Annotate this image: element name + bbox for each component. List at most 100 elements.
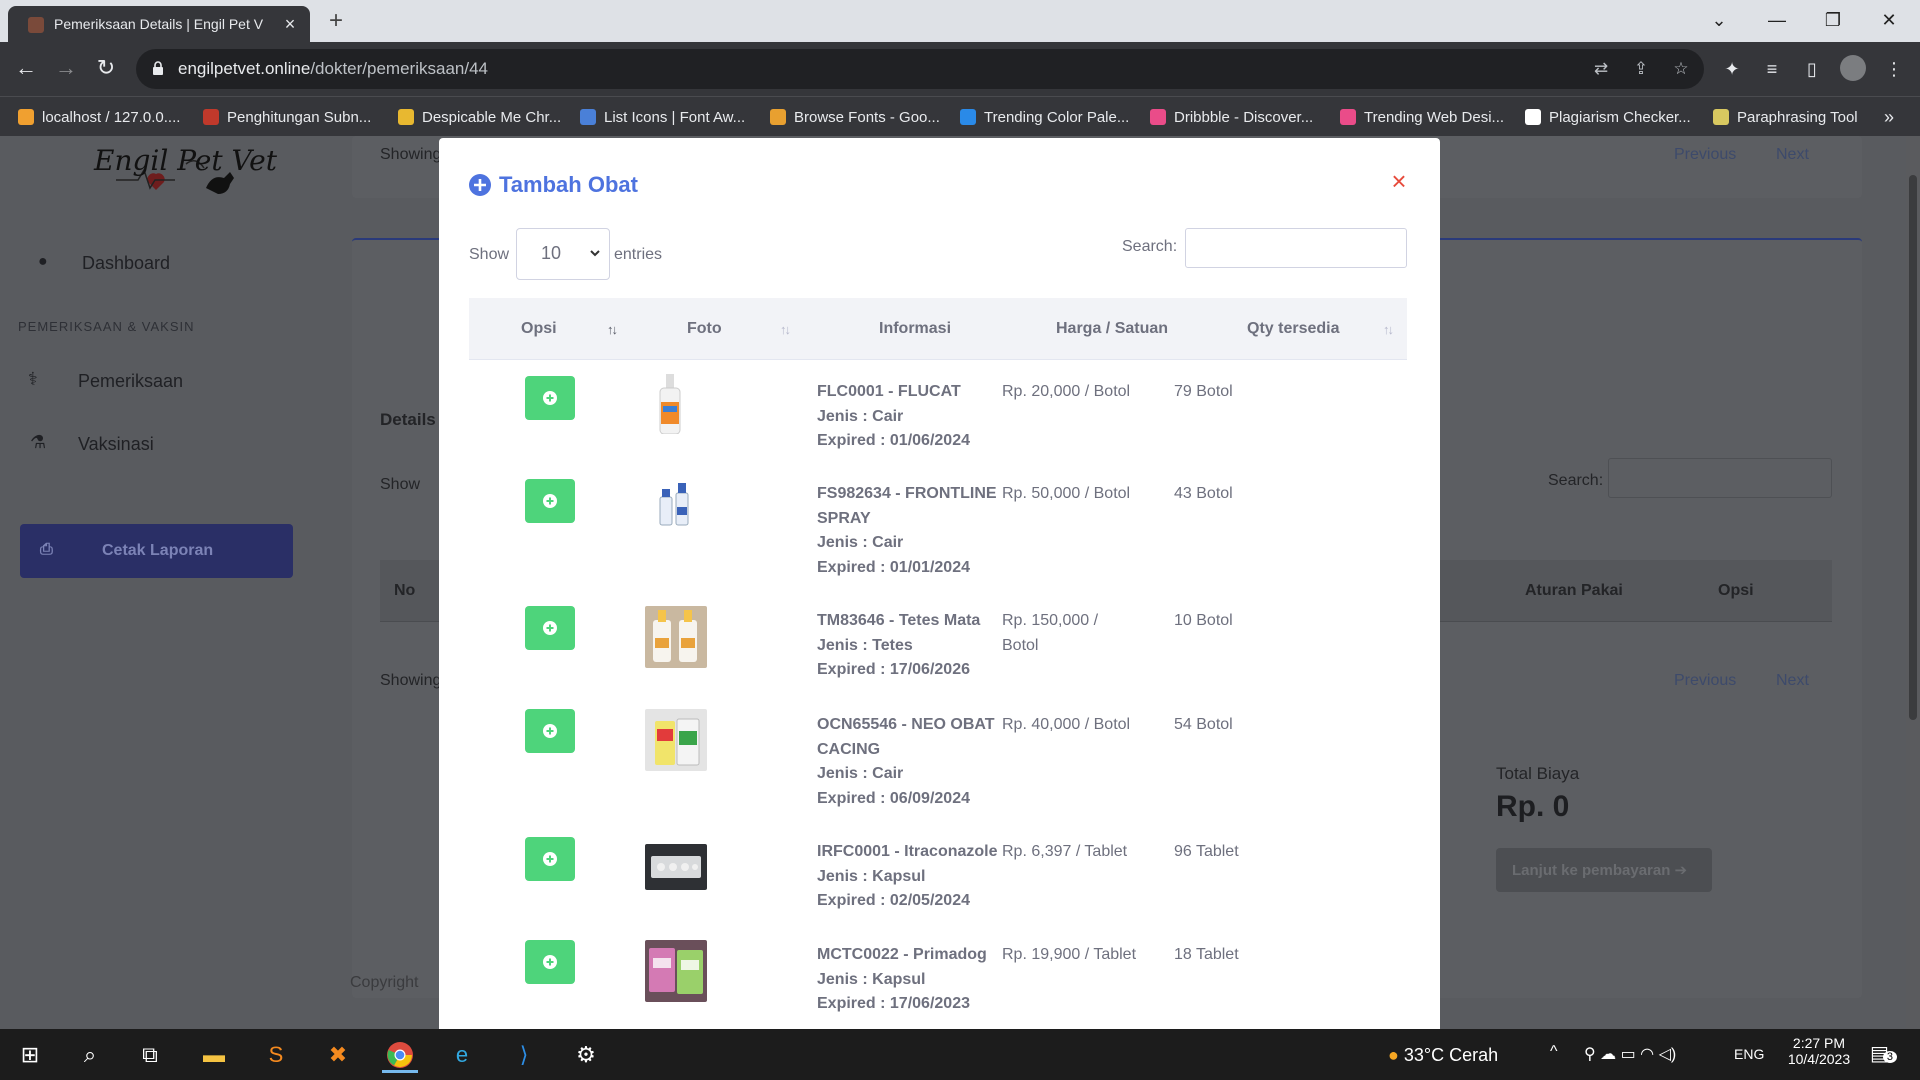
weather-widget[interactable]: ● 33°C Cerah — [1388, 1045, 1498, 1066]
tab-title: Pemeriksaan Details | Engil Pet V — [54, 16, 264, 32]
product-photo — [645, 709, 707, 771]
tab-search-icon[interactable]: ⌄ — [1696, 0, 1742, 42]
bookmark-item[interactable]: Penghitungan Subn... — [203, 105, 371, 129]
bookmark-favicon-icon — [203, 109, 219, 125]
translate-icon[interactable]: ⇄ — [1588, 57, 1614, 81]
close-tab-icon[interactable]: × — [280, 14, 300, 34]
page-length-select[interactable]: 10 — [516, 228, 610, 280]
language-indicator[interactable]: ENG — [1734, 1046, 1764, 1062]
bg-col-opsi: Opsi — [1718, 582, 1754, 599]
bg-previous-link-2[interactable]: Previous — [1674, 672, 1736, 690]
bg-show-label: Show — [380, 476, 421, 493]
search-icon[interactable]: ⌕ — [72, 1037, 108, 1073]
side-panel-icon[interactable]: ▯ — [1798, 55, 1826, 83]
bg-total-value: Rp. 0 — [1496, 790, 1570, 823]
sort-asc-icon[interactable]: ↑↓ — [607, 322, 618, 337]
bookmark-item[interactable]: List Icons | Font Aw... — [580, 105, 745, 129]
bg-next-link[interactable]: Next — [1776, 146, 1809, 164]
clock-time: 2:27 PM — [1792, 1035, 1846, 1051]
search-input[interactable] — [1185, 228, 1407, 268]
new-tab-icon[interactable]: + — [318, 6, 354, 36]
task-view-icon[interactable]: ⧉ — [132, 1037, 168, 1073]
sidebar-item-dashboard[interactable]: Dashboard — [82, 253, 170, 274]
back-icon[interactable]: ← — [10, 53, 42, 85]
bookmark-item[interactable]: Trending Web Desi... — [1340, 105, 1504, 129]
menu-kebab-icon[interactable]: ⋮ — [1880, 55, 1908, 83]
settings-gear-icon[interactable]: ⚙ — [568, 1037, 604, 1073]
modal-title-text: Tambah Obat — [499, 172, 638, 197]
add-obat-button[interactable] — [525, 940, 575, 984]
add-obat-button[interactable] — [525, 376, 575, 420]
plus-circle-icon — [469, 174, 491, 196]
obat-qty: 96 Tablet — [1174, 843, 1239, 860]
add-obat-button[interactable] — [525, 837, 575, 881]
bg-next-link-2[interactable]: Next — [1776, 672, 1809, 690]
share-icon[interactable]: ⇪ — [1628, 57, 1654, 81]
reading-list-icon[interactable]: ≡ — [1758, 55, 1786, 83]
show-hidden-icons[interactable]: ^ — [1550, 1043, 1558, 1061]
page-scrollbar-thumb[interactable] — [1909, 175, 1917, 720]
close-modal-icon[interactable]: × — [1387, 168, 1411, 194]
reload-icon[interactable]: ↻ — [90, 53, 122, 85]
site-favicon-icon — [28, 17, 44, 33]
add-obat-button[interactable] — [525, 606, 575, 650]
bookmark-star-icon[interactable]: ☆ — [1668, 57, 1694, 81]
sort-icon[interactable]: ↑↓ — [1383, 322, 1394, 337]
windows-start-icon[interactable]: ⊞ — [12, 1037, 48, 1073]
bookmark-item[interactable]: localhost / 127.0.0.... — [18, 105, 180, 129]
close-window-icon[interactable]: ✕ — [1866, 0, 1912, 42]
obat-harga: Rp. 19,900 / Tablet — [1002, 946, 1137, 963]
xampp-icon[interactable]: ✖ — [320, 1037, 356, 1073]
obat-info: FLC0001 - FLUCAT Jenis : Cair Expired : 01… — [817, 383, 970, 449]
bg-showing-text: Showing — [380, 146, 442, 163]
sublime-text-icon[interactable]: S — [258, 1037, 294, 1073]
profile-avatar[interactable] — [1840, 55, 1866, 81]
clock[interactable]: 2:27 PM 10/4/2023 — [1786, 1035, 1852, 1067]
bookmark-favicon-icon — [1150, 109, 1166, 125]
minimize-icon[interactable]: — — [1754, 0, 1800, 42]
chrome-icon[interactable] — [382, 1037, 418, 1073]
obat-qty: 10 Botol — [1174, 612, 1233, 629]
bookmark-item[interactable]: Despicable Me Chr... — [398, 105, 561, 129]
file-explorer-icon[interactable]: ▬ — [196, 1037, 232, 1073]
more-bookmarks-icon[interactable]: » — [1884, 105, 1894, 129]
clock-date: 10/4/2023 — [1787, 1051, 1851, 1067]
edge-icon[interactable]: e — [444, 1037, 480, 1073]
bookmark-favicon-icon — [770, 109, 786, 125]
bookmark-item[interactable]: Paraphrasing Tool — [1713, 105, 1858, 129]
notification-icon[interactable]: ▤3 — [1870, 1041, 1898, 1066]
add-obat-button[interactable] — [525, 479, 575, 523]
tray-icons[interactable]: ⚲ ☁ ▭ ◠ ◁) — [1584, 1044, 1676, 1064]
bg-col-aturan: Aturan Pakai — [1525, 582, 1623, 599]
col-header-foto[interactable]: Foto — [687, 320, 722, 338]
address-bar[interactable]: engilpetvet.online/dokter/pemeriksaan/44… — [136, 49, 1704, 89]
cetak-laporan-button[interactable]: ⎙ Cetak Laporan — [20, 524, 293, 578]
bookmarks-bar: localhost / 127.0.0.... Penghitungan Sub… — [0, 96, 1920, 136]
obat-info: TM83646 - Tetes Mata Jenis : Tetes Expired… — [817, 612, 981, 678]
bookmark-item[interactable]: Plagiarism Checker... — [1525, 105, 1691, 129]
col-header-opsi[interactable]: Opsi — [521, 320, 557, 338]
bg-previous-link[interactable]: Previous — [1674, 146, 1736, 164]
restore-icon[interactable]: ❐ — [1810, 0, 1856, 42]
browser-tab[interactable]: Pemeriksaan Details | Engil Pet V × — [8, 6, 310, 42]
col-header-qty[interactable]: Qty tersedia — [1247, 320, 1339, 338]
sidebar-item-vaksinasi[interactable]: Vaksinasi — [78, 434, 154, 455]
bookmark-item[interactable]: Trending Color Pale... — [960, 105, 1129, 129]
bg-search-label: Search: — [1548, 472, 1604, 489]
obat-info: OCN65546 - NEO OBAT CACING Jenis : Cair Ex… — [817, 716, 995, 807]
bookmark-item[interactable]: Browse Fonts - Goo... — [770, 105, 940, 129]
vscode-icon[interactable]: ⟩ — [506, 1037, 542, 1073]
lanjut-pembayaran-button[interactable]: Lanjut ke pembayaran ➔ — [1496, 848, 1712, 892]
add-obat-button[interactable] — [525, 709, 575, 753]
obat-qty: 79 Botol — [1174, 383, 1233, 400]
sidebar-item-pemeriksaan[interactable]: Pemeriksaan — [78, 371, 183, 392]
sort-icon[interactable]: ↑↓ — [780, 322, 791, 337]
bookmark-item[interactable]: Dribbble - Discover... — [1150, 105, 1313, 129]
bg-search-input[interactable] — [1608, 458, 1832, 498]
bg-total-label: Total Biaya — [1496, 764, 1580, 783]
bookmark-favicon-icon — [1713, 109, 1729, 125]
forward-icon[interactable]: → — [50, 53, 82, 85]
obat-info: FS982634 - FRONTLINE SPRAY Jenis : Cair Ex… — [817, 485, 997, 576]
bookmark-favicon-icon — [580, 109, 596, 125]
extensions-icon[interactable]: ✦ — [1718, 55, 1746, 83]
